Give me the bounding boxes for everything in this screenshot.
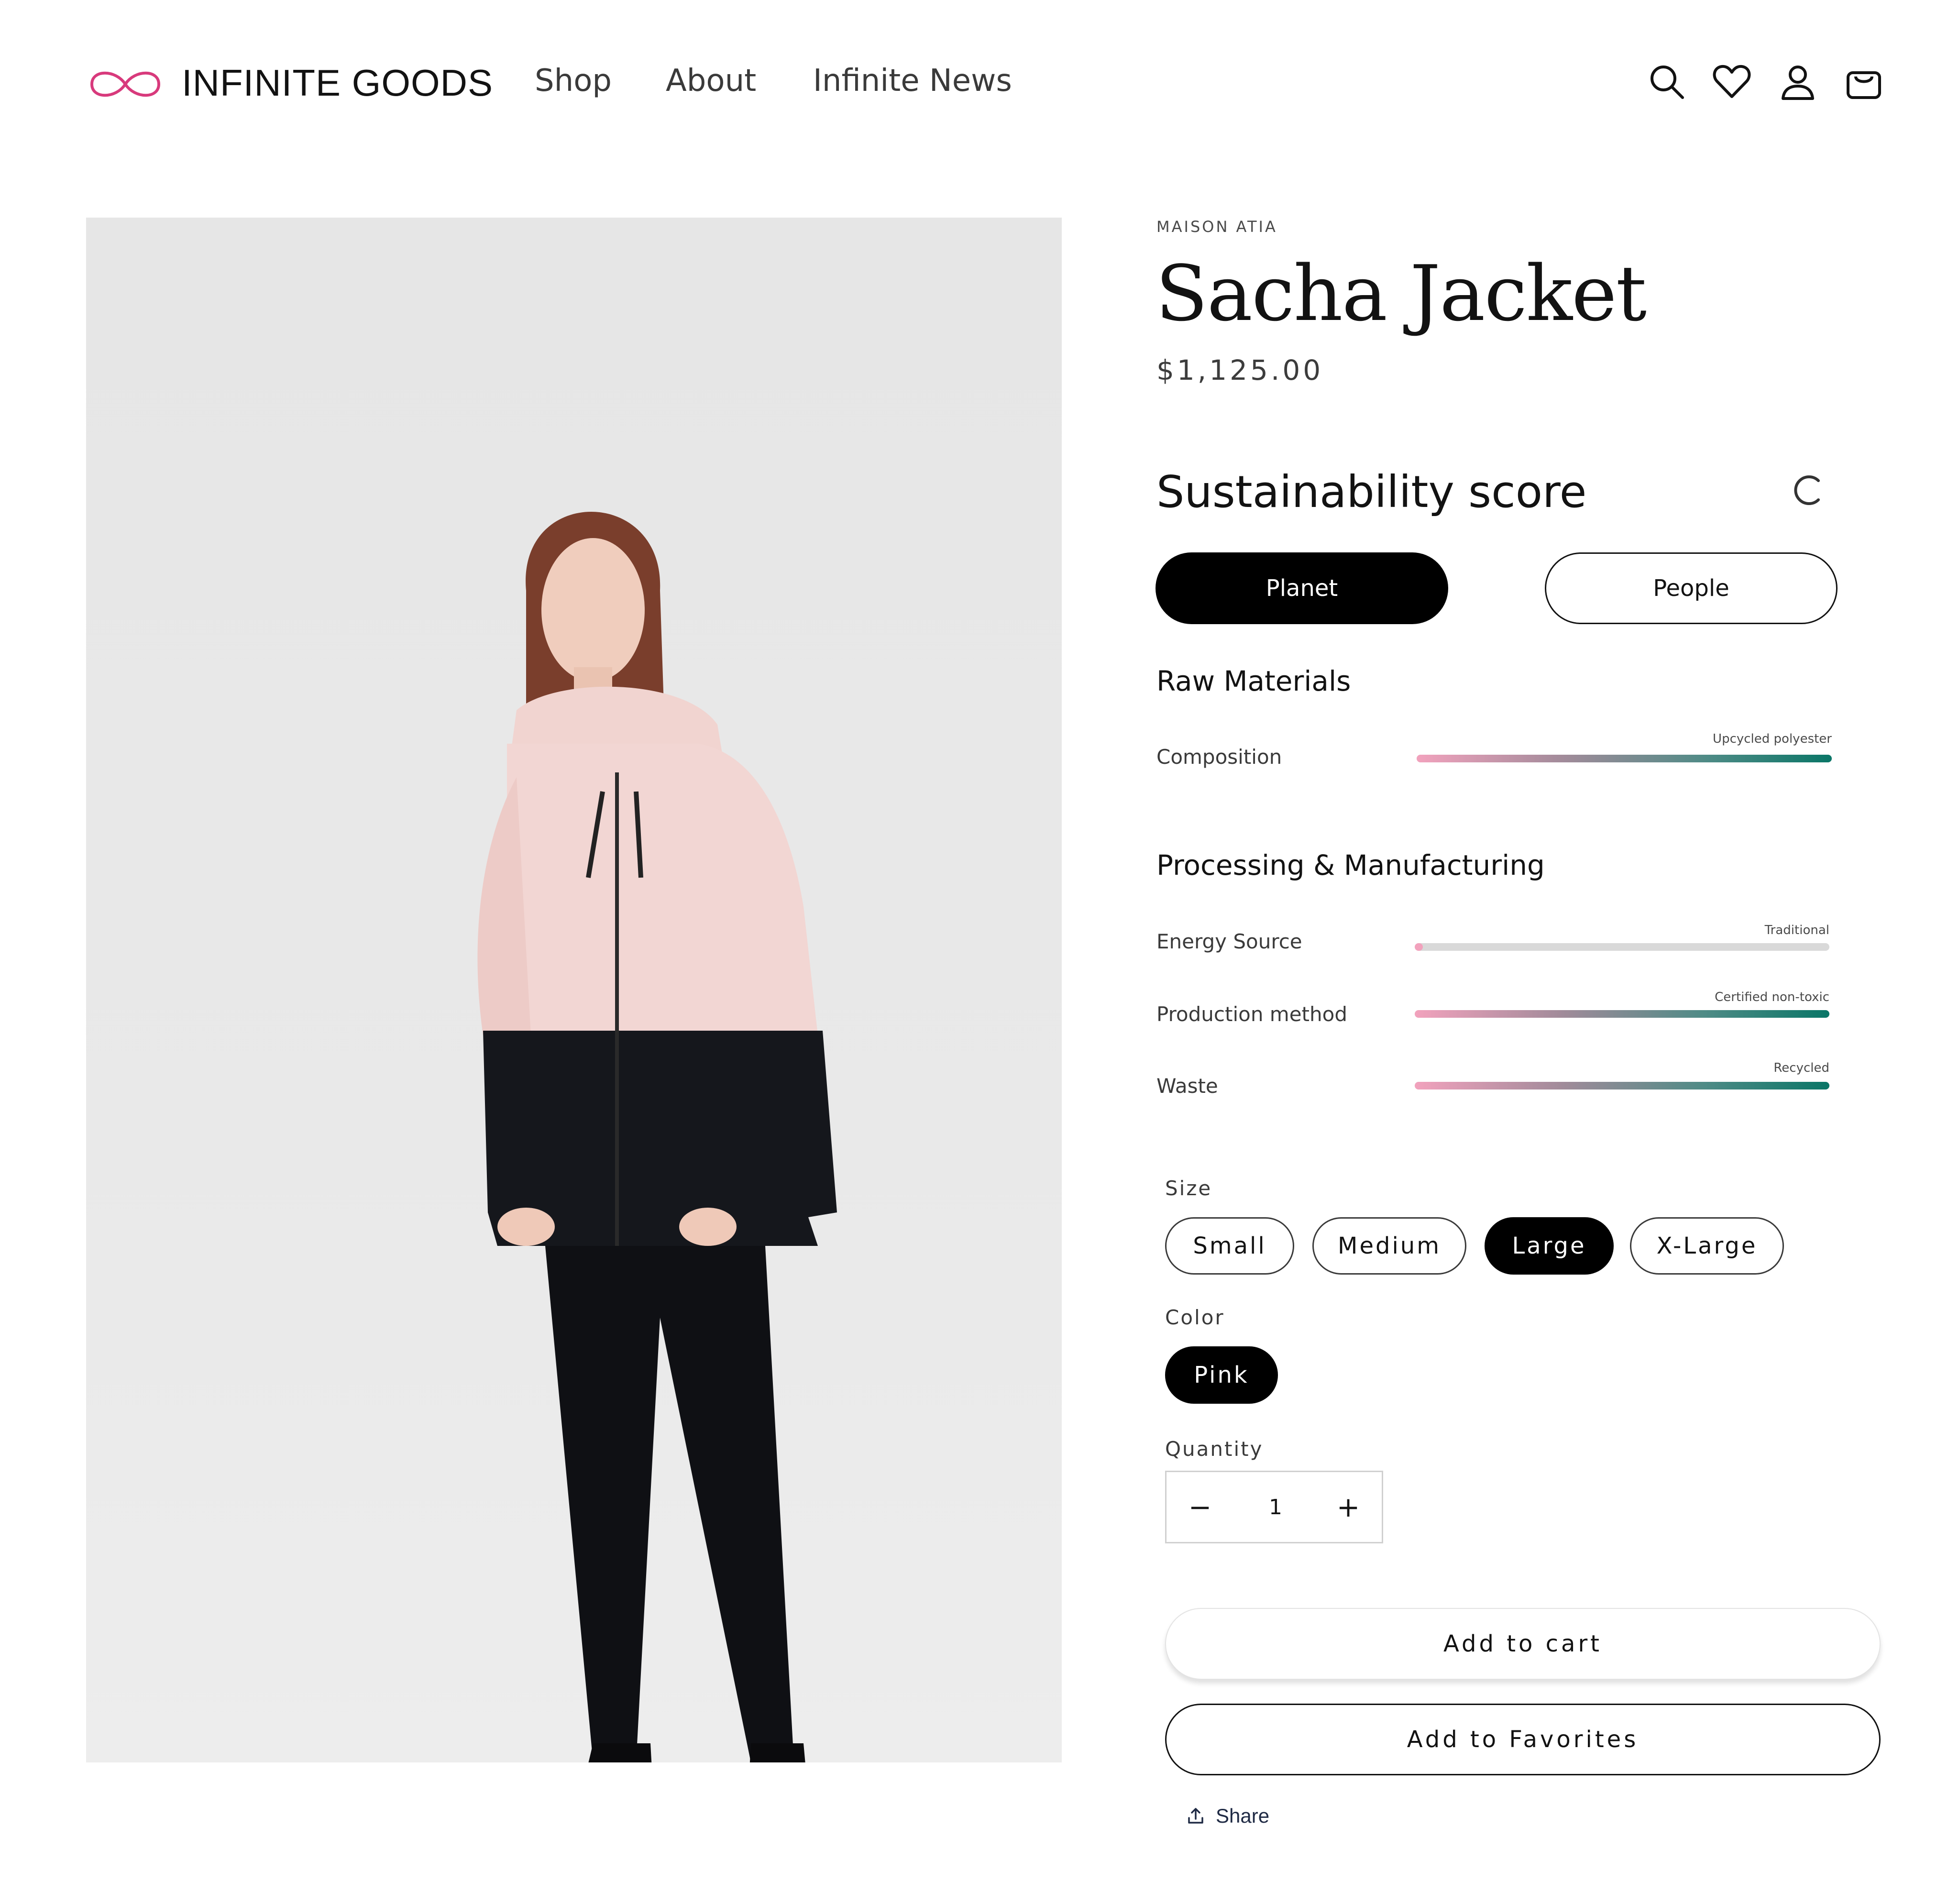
cart-icon[interactable] [1842,60,1885,103]
score-bar-composition [1417,755,1832,762]
product-title: Sacha Jacket [1156,249,1647,338]
share-label: Share [1216,1805,1270,1827]
caption-waste: Recycled [1773,1061,1829,1075]
score-bar-energy-source [1415,943,1829,951]
color-option-pink[interactable]: Pink [1165,1346,1278,1404]
size-label: Size [1165,1177,1212,1200]
product-image[interactable] [86,218,1062,1762]
add-to-favorites-button[interactable]: Add to Favorites [1165,1704,1881,1775]
quantity-stepper: − 1 + [1165,1471,1383,1543]
score-fill-production-method [1415,1010,1829,1018]
quantity-increase-button[interactable]: + [1315,1472,1382,1542]
section-processing-manufacturing: Processing & Manufacturing [1156,849,1545,881]
row-label-energy-source: Energy Source [1156,930,1302,953]
caption-energy-source: Traditional [1764,923,1829,937]
tab-people[interactable]: People [1545,552,1838,624]
add-to-cart-button[interactable]: Add to cart [1165,1608,1881,1680]
color-label: Color [1165,1306,1225,1329]
score-fill-composition [1417,755,1832,762]
caption-composition: Upcycled polyester [1713,732,1832,746]
account-icon[interactable] [1776,60,1819,103]
product-price: $1,125.00 [1156,354,1324,386]
sustainability-title: Sustainability score [1156,466,1587,517]
product-vendor: MAISON ATIA [1156,218,1277,236]
infinity-logo-icon[interactable] [86,65,165,104]
tab-planet[interactable]: Planet [1156,552,1448,624]
row-label-composition: Composition [1156,745,1282,769]
heart-icon[interactable] [1710,60,1753,103]
row-label-production-method: Production method [1156,1002,1347,1026]
search-icon[interactable] [1645,60,1688,103]
share-button[interactable]: Share [1186,1799,1269,1833]
size-option-medium[interactable]: Medium [1312,1217,1466,1275]
brand-name[interactable]: INFINITE GOODS [182,61,493,105]
quantity-label: Quantity [1165,1437,1264,1461]
score-fill-energy-source [1415,943,1423,951]
share-icon [1188,1808,1203,1824]
size-option-large[interactable]: Large [1485,1217,1614,1275]
score-fill-waste [1415,1082,1829,1090]
quantity-input[interactable]: 1 [1243,1472,1308,1542]
quantity-decrease-button[interactable]: − [1167,1472,1233,1542]
score-c-icon[interactable] [1789,471,1827,509]
section-raw-materials: Raw Materials [1156,665,1351,697]
score-bar-waste [1415,1082,1829,1090]
nav-infinite-news[interactable]: Infinite News [813,63,1012,99]
score-bar-production-method [1415,1010,1829,1018]
size-option-small[interactable]: Small [1165,1217,1294,1275]
caption-production-method: Certified non-toxic [1715,990,1829,1004]
model-illustration [477,512,837,1762]
nav-shop[interactable]: Shop [535,63,612,99]
nav-about[interactable]: About [666,63,756,99]
size-option-x-large[interactable]: X-Large [1630,1217,1784,1275]
row-label-waste: Waste [1156,1074,1218,1098]
